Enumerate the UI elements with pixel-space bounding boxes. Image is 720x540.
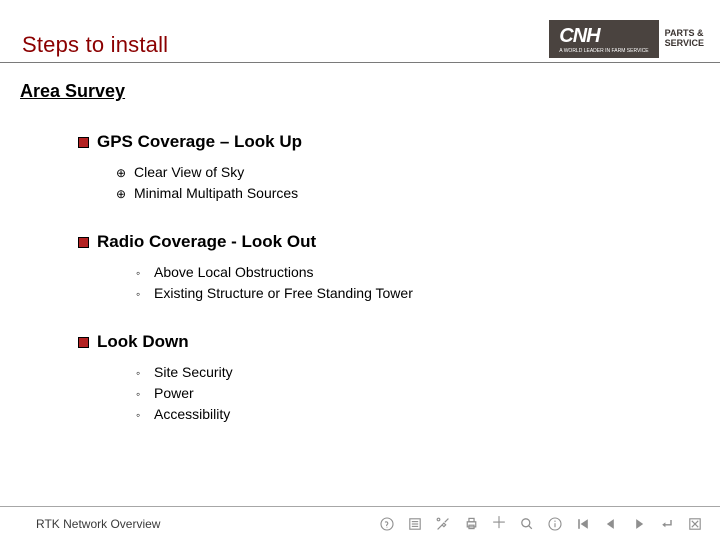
list-item-text: Power	[154, 383, 194, 404]
brand-tagline-line2: SERVICE	[665, 39, 704, 49]
footer-label: RTK Network Overview	[36, 517, 160, 531]
list-item-text: Clear View of Sky	[134, 162, 244, 183]
first-icon[interactable]	[574, 515, 592, 533]
brand-logo-subtext: A WORLD LEADER IN FARM SERVICE	[559, 48, 648, 54]
list-item: ◦Accessibility	[136, 404, 700, 425]
list-item: ⊕Clear View of Sky	[116, 162, 700, 183]
tools-icon[interactable]	[434, 515, 452, 533]
slide-header: Steps to install CNH A WORLD LEADER IN F…	[0, 0, 720, 63]
brand-logo: CNH A WORLD LEADER IN FARM SERVICE	[549, 20, 658, 58]
topic-heading: Look Down	[78, 332, 700, 352]
zoom-icon[interactable]	[518, 515, 536, 533]
list-item-text: Site Security	[154, 362, 233, 383]
ring-icon: ◦	[136, 406, 150, 424]
list-item-text: Accessibility	[154, 404, 230, 425]
section-heading: Area Survey	[20, 81, 700, 102]
info-icon[interactable]	[546, 515, 564, 533]
topic-title: Radio Coverage - Look Out	[97, 232, 316, 252]
topic-block: GPS Coverage – Look Up ⊕Clear View of Sk…	[78, 132, 700, 204]
list-item-text: Existing Structure or Free Standing Towe…	[154, 283, 413, 304]
square-bullet-icon	[78, 137, 89, 148]
topic-title: GPS Coverage – Look Up	[97, 132, 302, 152]
ring-icon: ◦	[136, 264, 150, 282]
slide-title: Steps to install	[22, 32, 168, 58]
slide-body: Area Survey GPS Coverage – Look Up ⊕Clea…	[0, 63, 720, 425]
ring-icon: ◦	[136, 285, 150, 303]
list-item: ⊕Minimal Multipath Sources	[116, 183, 700, 204]
brand-logo-text: CNH	[559, 25, 599, 47]
topic-title: Look Down	[97, 332, 189, 352]
sub-list: ⊕Clear View of Sky ⊕Minimal Multipath So…	[116, 162, 700, 204]
list-item-text: Minimal Multipath Sources	[134, 183, 298, 204]
contents-icon[interactable]	[406, 515, 424, 533]
topic-block: Look Down ◦Site Security ◦Power ◦Accessi…	[78, 332, 700, 425]
brand-tagline: PARTS & SERVICE	[665, 29, 704, 49]
prev-icon[interactable]	[602, 515, 620, 533]
exit-icon[interactable]	[686, 515, 704, 533]
topic-heading: Radio Coverage - Look Out	[78, 232, 700, 252]
sub-list: ◦Site Security ◦Power ◦Accessibility	[136, 362, 700, 425]
slide-footer: RTK Network Overview ＋	[0, 506, 720, 540]
return-icon[interactable]	[658, 515, 676, 533]
help-icon[interactable]	[378, 515, 396, 533]
crosshair-icon: ⊕	[116, 185, 130, 203]
topic-heading: GPS Coverage – Look Up	[78, 132, 700, 152]
zoom-in-icon[interactable]: ＋	[490, 515, 508, 533]
sub-list: ◦Above Local Obstructions ◦Existing Stru…	[136, 262, 700, 304]
brand-block: CNH A WORLD LEADER IN FARM SERVICE PARTS…	[549, 20, 704, 58]
list-item: ◦Existing Structure or Free Standing Tow…	[136, 283, 700, 304]
square-bullet-icon	[78, 337, 89, 348]
print-icon[interactable]	[462, 515, 480, 533]
ring-icon: ◦	[136, 385, 150, 403]
list-item: ◦Above Local Obstructions	[136, 262, 700, 283]
list-item-text: Above Local Obstructions	[154, 262, 314, 283]
list-item: ◦Power	[136, 383, 700, 404]
ring-icon: ◦	[136, 364, 150, 382]
list-item: ◦Site Security	[136, 362, 700, 383]
next-icon[interactable]	[630, 515, 648, 533]
crosshair-icon: ⊕	[116, 164, 130, 182]
square-bullet-icon	[78, 237, 89, 248]
topic-block: Radio Coverage - Look Out ◦Above Local O…	[78, 232, 700, 304]
nav-toolbar: ＋	[378, 515, 704, 533]
